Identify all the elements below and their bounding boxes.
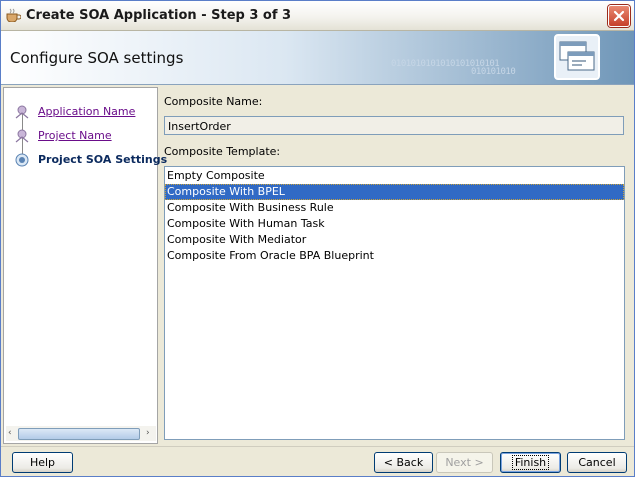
template-option-mediator[interactable]: Composite With Mediator — [165, 232, 624, 248]
steps-horizontal-scrollbar[interactable]: ‹ › — [6, 426, 156, 441]
back-button[interactable]: < Back — [374, 452, 433, 473]
step-project-soa-settings[interactable]: Project SOA Settings — [4, 149, 167, 169]
window-title: Create SOA Application - Step 3 of 3 — [26, 8, 292, 23]
help-button[interactable]: Help — [12, 452, 73, 473]
cancel-button-label: Cancel — [578, 456, 616, 469]
application-windows-icon — [554, 34, 600, 80]
composite-template-label: Composite Template: — [164, 145, 281, 158]
create-soa-application-dialog: Create SOA Application - Step 3 of 3 Con… — [0, 0, 635, 477]
binary-decoration-2: 010101010 — [471, 67, 516, 77]
wizard-steps-panel: Application Name Project Name Project SO… — [3, 87, 167, 444]
button-bar: Help < Back Next > Finish Cancel — [1, 446, 634, 477]
step-label[interactable]: Project Name — [38, 129, 112, 142]
completed-step-icon — [15, 129, 29, 143]
scrollbar-thumb[interactable] — [18, 428, 140, 440]
template-option-business-rule[interactable]: Composite With Business Rule — [165, 200, 624, 216]
step-label[interactable]: Application Name — [38, 105, 135, 118]
back-button-label: < Back — [383, 456, 424, 469]
coffee-cup-icon — [6, 8, 21, 22]
next-button: Next > — [436, 452, 493, 473]
cancel-button[interactable]: Cancel — [567, 452, 627, 473]
template-option-bpa-blueprint[interactable]: Composite From Oracle BPA Blueprint — [165, 248, 624, 264]
finish-button[interactable]: Finish — [500, 452, 561, 473]
composite-template-list[interactable]: Empty Composite Composite With BPEL Comp… — [164, 166, 625, 440]
finish-button-label: Finish — [511, 455, 550, 470]
template-option-human-task[interactable]: Composite With Human Task — [165, 216, 624, 232]
close-icon — [613, 10, 625, 22]
template-option-bpel[interactable]: Composite With BPEL — [165, 184, 624, 200]
composite-name-field[interactable]: InsertOrder — [164, 116, 624, 135]
current-step-icon — [15, 153, 29, 167]
step-application-name[interactable]: Application Name — [4, 101, 157, 121]
composite-name-label: Composite Name: — [164, 95, 263, 108]
step-project-name[interactable]: Project Name — [4, 125, 157, 145]
page-title: Configure SOA settings — [10, 49, 184, 67]
close-button[interactable] — [608, 5, 630, 27]
next-button-label: Next > — [445, 456, 484, 469]
completed-step-icon — [15, 105, 29, 119]
step-label: Project SOA Settings — [38, 153, 168, 166]
template-option-empty-composite[interactable]: Empty Composite — [165, 168, 624, 184]
help-button-label: Help — [29, 456, 56, 469]
scroll-left-icon[interactable]: ‹ — [8, 428, 12, 438]
scroll-right-icon[interactable]: › — [146, 428, 150, 438]
wizard-header: Configure SOA settings 01010101010101010… — [1, 31, 634, 85]
title-bar[interactable]: Create SOA Application - Step 3 of 3 — [1, 1, 634, 31]
